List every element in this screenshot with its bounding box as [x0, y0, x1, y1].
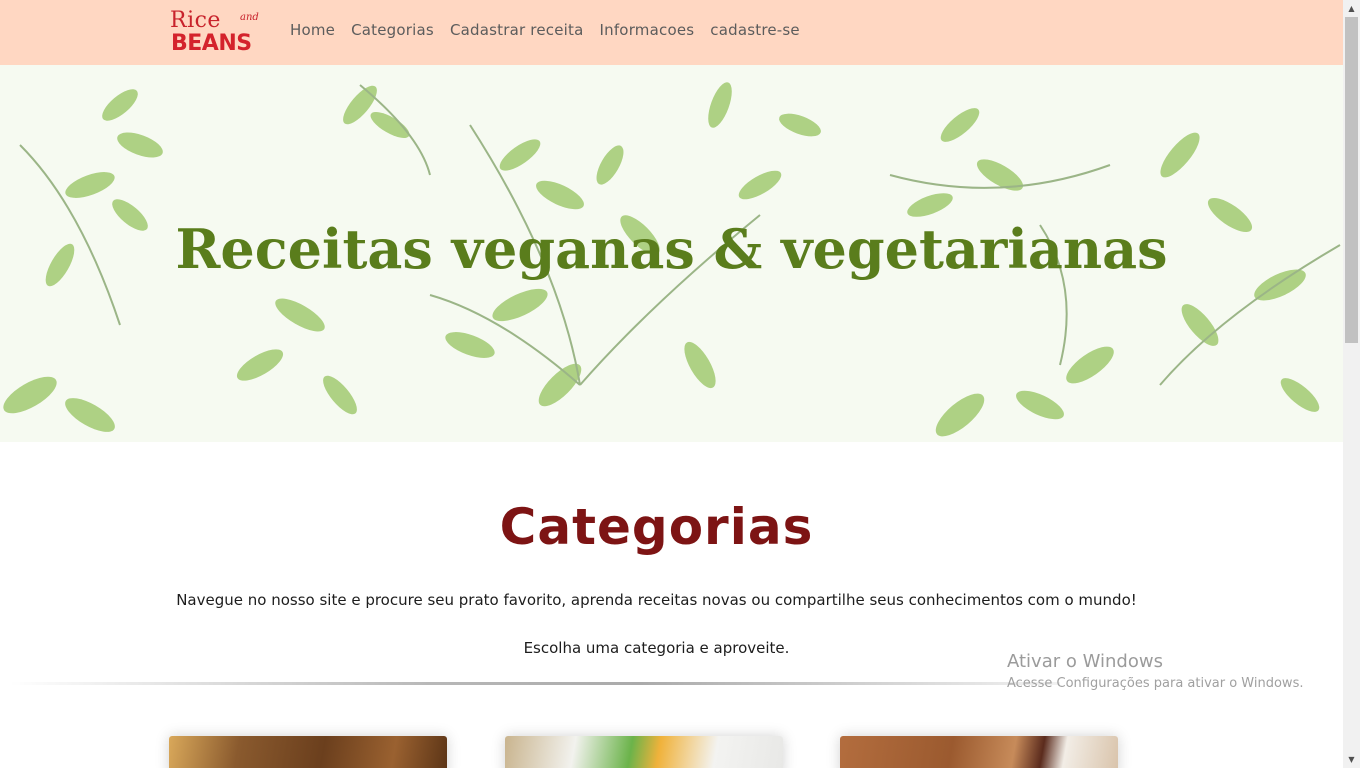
navbar: Rice and BEANS Home Categorias Cadastrar…	[0, 0, 1343, 65]
logo-text-beans: BEANS	[171, 31, 252, 56]
page: Rice and BEANS Home Categorias Cadastrar…	[0, 0, 1343, 768]
nav-link-categorias[interactable]: Categorias	[351, 21, 434, 39]
scrollbar-thumb[interactable]	[1345, 17, 1358, 343]
nav-link-informacoes[interactable]: Informacoes	[600, 21, 695, 39]
hero-banner: Receitas veganas & vegetarianas	[0, 65, 1343, 442]
windows-activation-watermark: Ativar o Windows Acesse Configurações pa…	[1007, 651, 1303, 691]
category-card-3[interactable]	[840, 736, 1118, 768]
nav-link-cadastre-se[interactable]: cadastre-se	[710, 21, 800, 39]
category-card-1[interactable]	[169, 736, 447, 768]
watermark-subtitle: Acesse Configurações para ativar o Windo…	[1007, 676, 1304, 691]
category-cards	[0, 736, 1343, 768]
categories-title: Categorias	[499, 498, 814, 556]
nav-link-cadastrar-receita[interactable]: Cadastrar receita	[450, 21, 584, 39]
vertical-scrollbar[interactable]: ▲ ▼	[1343, 0, 1360, 768]
logo-text-rice: Rice	[170, 8, 221, 33]
nav-link-home[interactable]: Home	[290, 21, 335, 39]
logo-text-and: and	[240, 12, 259, 23]
section-divider	[10, 682, 1060, 685]
watermark-title: Ativar o Windows	[1007, 651, 1163, 672]
scroll-up-arrow-icon[interactable]: ▲	[1343, 0, 1360, 17]
category-card-2[interactable]	[505, 736, 783, 768]
scroll-down-arrow-icon[interactable]: ▼	[1343, 751, 1360, 768]
categories-lead-text: Navegue no nosso site e procure seu prat…	[176, 591, 1137, 609]
main-nav: Home Categorias Cadastrar receita Inform…	[290, 21, 800, 39]
hero-title: Receitas veganas & vegetarianas	[175, 217, 1168, 281]
brand-logo[interactable]: Rice and BEANS	[170, 8, 266, 58]
